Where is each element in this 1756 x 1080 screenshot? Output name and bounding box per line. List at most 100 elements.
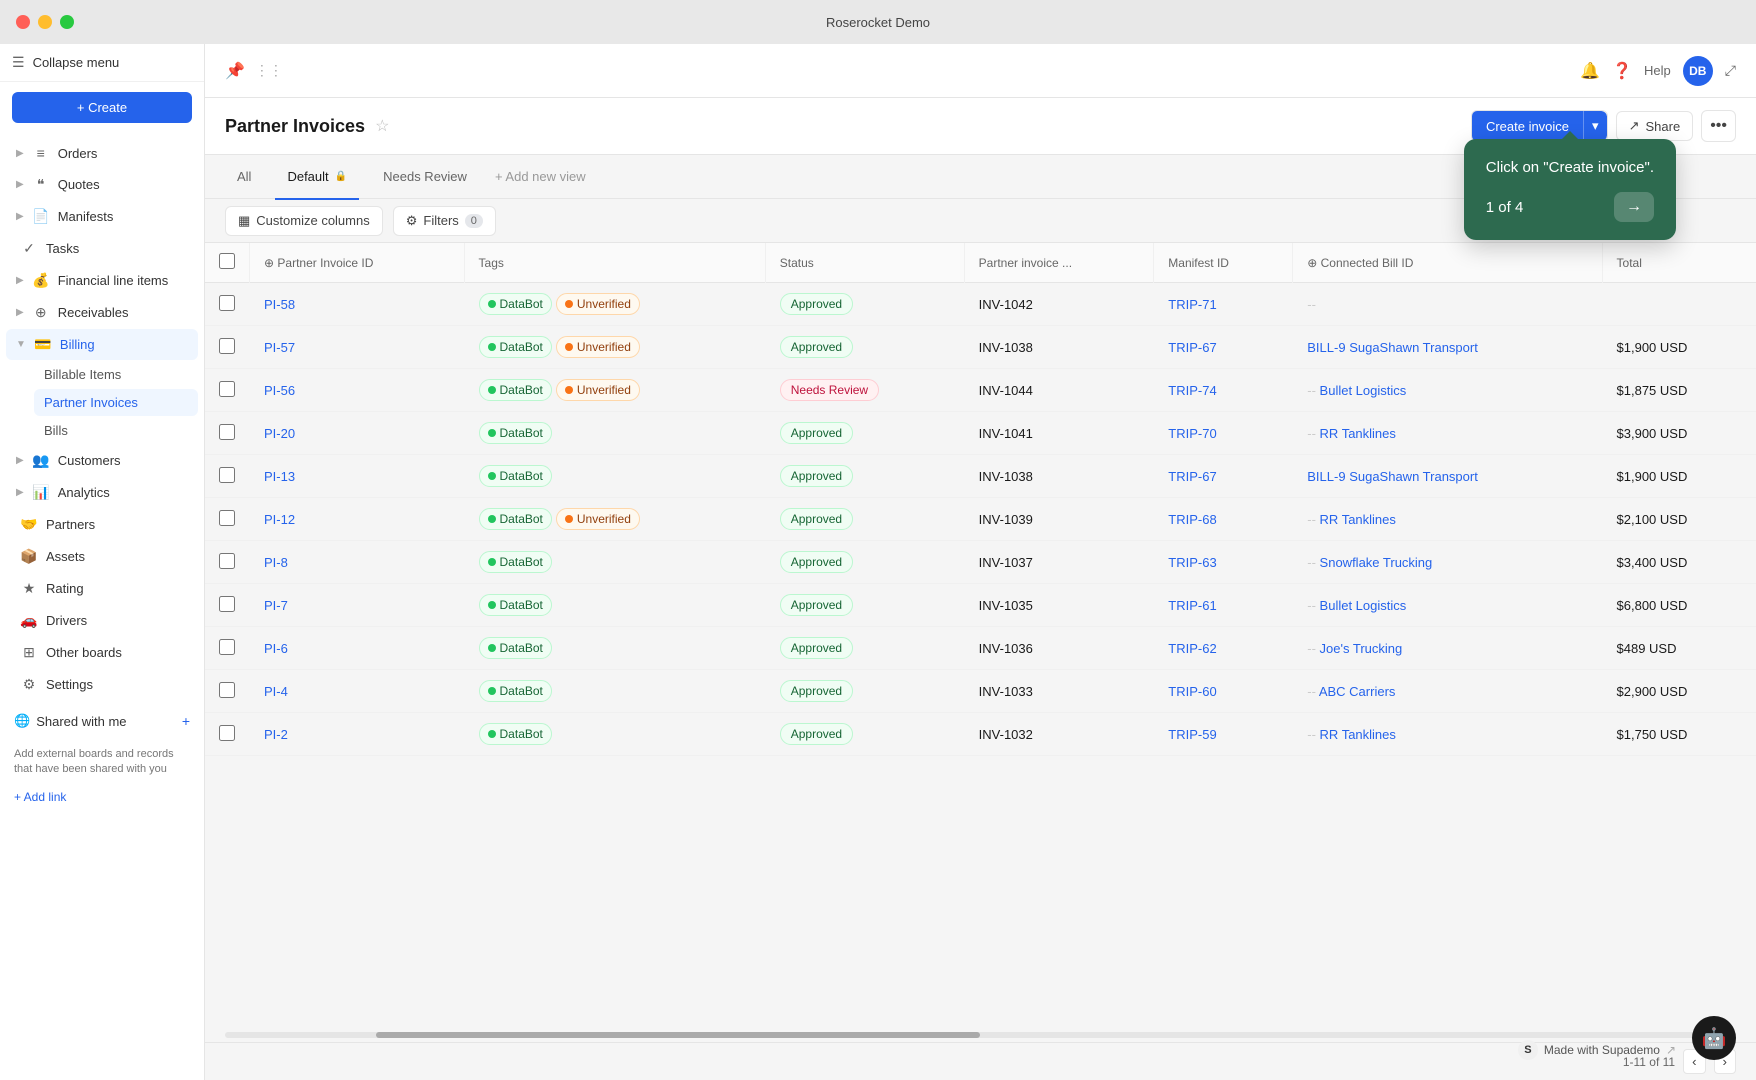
company-link[interactable]: SugaShawn Transport [1349, 469, 1478, 484]
company-link[interactable]: RR Tanklines [1320, 727, 1396, 742]
company-link[interactable]: RR Tanklines [1320, 512, 1396, 527]
filters-button[interactable]: ⚙ Filters 0 [393, 206, 496, 236]
sidebar-item-bills[interactable]: Bills [34, 417, 198, 444]
sidebar-item-partner-invoices[interactable]: Partner Invoices [34, 389, 198, 416]
maximize-button[interactable] [60, 15, 74, 29]
bell-icon[interactable]: 🔔 [1580, 61, 1600, 81]
help-icon[interactable]: ❓ [1612, 61, 1632, 81]
bill-id-link[interactable]: BILL-9 [1307, 340, 1345, 355]
pi-id-link[interactable]: PI-58 [264, 297, 295, 312]
company-link[interactable]: SugaShawn Transport [1349, 340, 1478, 355]
sidebar-item-orders[interactable]: ▶ ≡ Orders [6, 138, 198, 168]
row-checkbox[interactable] [219, 295, 235, 311]
company-link[interactable]: ABC Carriers [1319, 684, 1396, 699]
company-link[interactable]: Snowflake Trucking [1320, 555, 1433, 570]
row-checkbox[interactable] [219, 553, 235, 569]
add-link-button[interactable]: + Add link [0, 788, 204, 806]
sidebar-item-receivables[interactable]: ▶ ⊕ Receivables [6, 297, 198, 328]
manifest-id-link[interactable]: TRIP-74 [1168, 383, 1216, 398]
tooltip-next-button[interactable]: → [1614, 192, 1654, 222]
share-button[interactable]: ↗ Share [1616, 111, 1694, 141]
select-all-checkbox[interactable] [219, 253, 235, 269]
company-link[interactable]: RR Tanklines [1320, 426, 1396, 441]
sidebar-item-financial[interactable]: ▶ 💰 Financial line items [6, 265, 198, 296]
tag-databot: DataBot [479, 422, 552, 444]
pi-id-link[interactable]: PI-2 [264, 727, 288, 742]
manifest-id-link[interactable]: TRIP-63 [1168, 555, 1216, 570]
sidebar-item-billable-items[interactable]: Billable Items [34, 361, 198, 388]
create-invoice-dropdown-button[interactable]: ▾ [1583, 111, 1607, 141]
row-checkbox[interactable] [219, 424, 235, 440]
pi-id-link[interactable]: PI-20 [264, 426, 295, 441]
pi-id-link[interactable]: PI-56 [264, 383, 295, 398]
tag-databot: DataBot [479, 637, 552, 659]
user-avatar[interactable]: DB [1683, 56, 1713, 86]
tooltip-overlay: Click on "Create invoice". 1 of 4 → [1464, 139, 1676, 240]
cell-partner-invoice: INV-1035 [964, 584, 1154, 627]
manifest-id-link[interactable]: TRIP-61 [1168, 598, 1216, 613]
tab-needs-review[interactable]: Needs Review [371, 163, 479, 190]
filter-count-badge: 0 [465, 214, 483, 228]
row-checkbox[interactable] [219, 510, 235, 526]
row-checkbox[interactable] [219, 596, 235, 612]
tab-default[interactable]: Default 🔒 [275, 163, 359, 190]
manifest-id-link[interactable]: TRIP-70 [1168, 426, 1216, 441]
tab-all[interactable]: All [225, 163, 263, 190]
sidebar-item-customers[interactable]: ▶ 👥 Customers [6, 445, 198, 476]
manifest-id-link[interactable]: TRIP-62 [1168, 641, 1216, 656]
sidebar-item-billing[interactable]: ▼ 💳 Billing [6, 329, 198, 360]
row-checkbox[interactable] [219, 381, 235, 397]
add-shared-icon[interactable]: + [182, 713, 190, 729]
sidebar-item-settings[interactable]: ⚙ Settings [6, 669, 198, 700]
expand-icon[interactable]: ⤢ [1725, 62, 1736, 79]
partner-invoice-value: INV-1035 [979, 598, 1033, 613]
customize-columns-button[interactable]: ▦ Customize columns [225, 206, 383, 236]
table-row: PI-12DataBotUnverifiedApprovedINV-1039TR… [205, 498, 1756, 541]
minimize-button[interactable] [38, 15, 52, 29]
chat-bot-button[interactable]: 🤖 [1692, 1016, 1736, 1060]
horizontal-scrollbar[interactable] [225, 1032, 1736, 1038]
pi-id-link[interactable]: PI-8 [264, 555, 288, 570]
sidebar-item-tasks[interactable]: ✓ Tasks [6, 233, 198, 264]
more-options-button[interactable]: ••• [1701, 110, 1736, 142]
company-link[interactable]: Bullet Logistics [1320, 383, 1407, 398]
columns-icon: ▦ [238, 213, 250, 229]
pi-id-link[interactable]: PI-6 [264, 641, 288, 656]
row-checkbox[interactable] [219, 467, 235, 483]
sidebar-item-manifests[interactable]: ▶ 📄 Manifests [6, 201, 198, 232]
sidebar-item-rating[interactable]: ★ Rating [6, 573, 198, 604]
manifest-id-link[interactable]: TRIP-60 [1168, 684, 1216, 699]
pi-id-link[interactable]: PI-4 [264, 684, 288, 699]
manifest-id-link[interactable]: TRIP-71 [1168, 297, 1216, 312]
sidebar-item-assets[interactable]: 📦 Assets [6, 541, 198, 572]
sidebar-item-quotes[interactable]: ▶ ❝ Quotes [6, 169, 198, 200]
close-button[interactable] [16, 15, 30, 29]
sidebar-item-analytics[interactable]: ▶ 📊 Analytics [6, 477, 198, 508]
pi-id-link[interactable]: PI-13 [264, 469, 295, 484]
create-button[interactable]: + Create [12, 92, 192, 123]
pi-id-link[interactable]: PI-57 [264, 340, 295, 355]
row-checkbox[interactable] [219, 338, 235, 354]
sidebar-item-drivers[interactable]: 🚗 Drivers [6, 605, 198, 636]
supademo-badge[interactable]: S Made with Supademo ↗ [1518, 1040, 1676, 1060]
manifest-id-link[interactable]: TRIP-59 [1168, 727, 1216, 742]
help-label[interactable]: Help [1644, 63, 1671, 78]
add-view-button[interactable]: + Add new view [495, 169, 586, 184]
company-link[interactable]: Bullet Logistics [1320, 598, 1407, 613]
manifest-id-link[interactable]: TRIP-67 [1168, 469, 1216, 484]
row-checkbox[interactable] [219, 682, 235, 698]
other-boards-icon: ⊞ [20, 644, 38, 661]
bill-id-link[interactable]: BILL-9 [1307, 469, 1345, 484]
cell-status: Needs Review [765, 369, 964, 412]
manifest-id-link[interactable]: TRIP-68 [1168, 512, 1216, 527]
row-checkbox[interactable] [219, 725, 235, 741]
pi-id-link[interactable]: PI-12 [264, 512, 295, 527]
company-link[interactable]: Joe's Trucking [1320, 641, 1403, 656]
pi-id-link[interactable]: PI-7 [264, 598, 288, 613]
sidebar-item-label: Billing [60, 337, 95, 352]
row-checkbox[interactable] [219, 639, 235, 655]
sidebar-item-other-boards[interactable]: ⊞ Other boards [6, 637, 198, 668]
manifest-id-link[interactable]: TRIP-67 [1168, 340, 1216, 355]
sidebar-item-partners[interactable]: 🤝 Partners [6, 509, 198, 540]
favorite-star-icon[interactable]: ☆ [375, 116, 389, 136]
